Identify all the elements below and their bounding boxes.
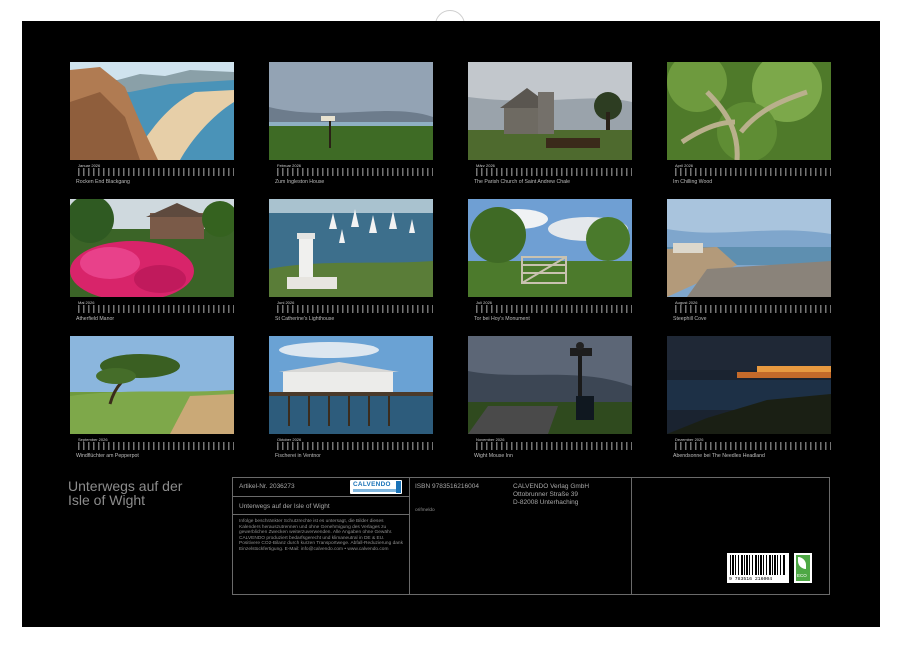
calendar-weekdays [476,446,632,448]
publisher-name: CALVENDO Verlag GmbH [513,483,589,490]
calendar-weekdays [476,309,632,311]
photo-caption: St Catherine's Lighthouse [275,316,334,322]
barcode-bars [730,555,786,575]
photo-caption: The Parish Church of Saint Andrew Chale [474,179,570,185]
month-photo [667,62,831,160]
product-title: Unterwegs auf der Isle of Wight [239,503,330,510]
month-calendar-strip: Februar 2026 [269,161,433,177]
month-calendar-strip: März 2026 [468,161,632,177]
calvendo-logo: CALVENDO [350,480,402,494]
calendar-weekdays [675,446,831,448]
month-photo [70,199,234,297]
calvendo-logo-text: CALVENDO [353,481,391,488]
month-photo [667,199,831,297]
calendar-weekdays [675,172,831,174]
month-photo [70,62,234,160]
month-calendar-strip: August 2026 [667,298,831,314]
photo-caption: Zum Ingleston House [275,179,324,185]
info-column-publisher: ISBN 9783516216004 orifmeldo CALVENDO Ve… [409,478,632,594]
calendar-weekdays [78,446,234,448]
month-calendar-strip: Januar 2026 [70,161,234,177]
logo-flag-icon [396,481,401,493]
photo-caption: Fischerei in Ventnor [275,453,321,459]
month-photo [468,336,632,434]
divider [233,496,409,497]
month-calendar-strip: Mai 2026 [70,298,234,314]
barcode: 9 783516 216004 [727,553,789,583]
publisher-city: D-82008 Unterhaching [513,499,578,506]
month-photo [269,336,433,434]
photo-caption: Tor bei Hoy's Monument [474,316,530,322]
photo-caption: Wight Mouse Inn [474,453,513,459]
calendar-title: Unterwegs auf der Isle of Wight [68,479,238,507]
month-photo [269,199,433,297]
eco-badge: ECO [794,553,812,583]
divider [233,514,409,515]
orifmeldo-text: orifmeldo [415,508,435,514]
month-photo [468,62,632,160]
photo-caption: Rocken End Blackgang [76,179,130,185]
calendar-title-line2: Isle of Wight [68,493,238,507]
month-calendar-strip: April 2026 [667,161,831,177]
article-number: Artikel-Nr. 2036273 [239,483,295,490]
photo-caption: Atherfield Manor [76,316,114,322]
calendar-title-line1: Unterwegs auf der [68,479,238,493]
info-column-barcode: 9 783516 216004 ECO [631,478,828,594]
eco-label: ECO [797,573,807,578]
month-photo [667,336,831,434]
month-photo [269,62,433,160]
barcode-digits: 9 783516 216004 [729,577,772,582]
calendar-weekdays [277,172,433,174]
info-box: Artikel-Nr. 2036273 CALVENDO Unterwegs a… [232,477,830,595]
month-photo [70,336,234,434]
photo-caption: Abendsonne bei The Needles Headland [673,453,765,459]
calendar-weekdays [476,172,632,174]
publisher-street: Ottobrunner Straße 39 [513,491,578,498]
calendar-weekdays [675,309,831,311]
month-calendar-strip: September 2026 [70,435,234,451]
photo-caption: Windflüchter am Pepperpot [76,453,139,459]
month-photo [468,199,632,297]
calendar-weekdays [277,446,433,448]
photo-caption: Steephill Cove [673,316,706,322]
legal-text: Infolge beschränkter Schutzrechte ist es… [239,519,405,553]
month-calendar-strip: Dezember 2026 [667,435,831,451]
month-calendar-strip: Juni 2026 [269,298,433,314]
month-calendar-strip: Juli 2026 [468,298,632,314]
calendar-weekdays [78,172,234,174]
photo-caption: Im Chilling Wood [673,179,712,185]
calendar-sheet: Unterwegs auf der Isle of Wight Artikel-… [22,21,880,627]
month-calendar-strip: Oktober 2026 [269,435,433,451]
calendar-weekdays [277,309,433,311]
month-calendar-strip: November 2026 [468,435,632,451]
isbn: ISBN 9783516216004 [415,483,479,490]
logo-tagline-bar [353,489,397,492]
info-column-article: Artikel-Nr. 2036273 CALVENDO Unterwegs a… [233,478,410,594]
calendar-weekdays [78,309,234,311]
